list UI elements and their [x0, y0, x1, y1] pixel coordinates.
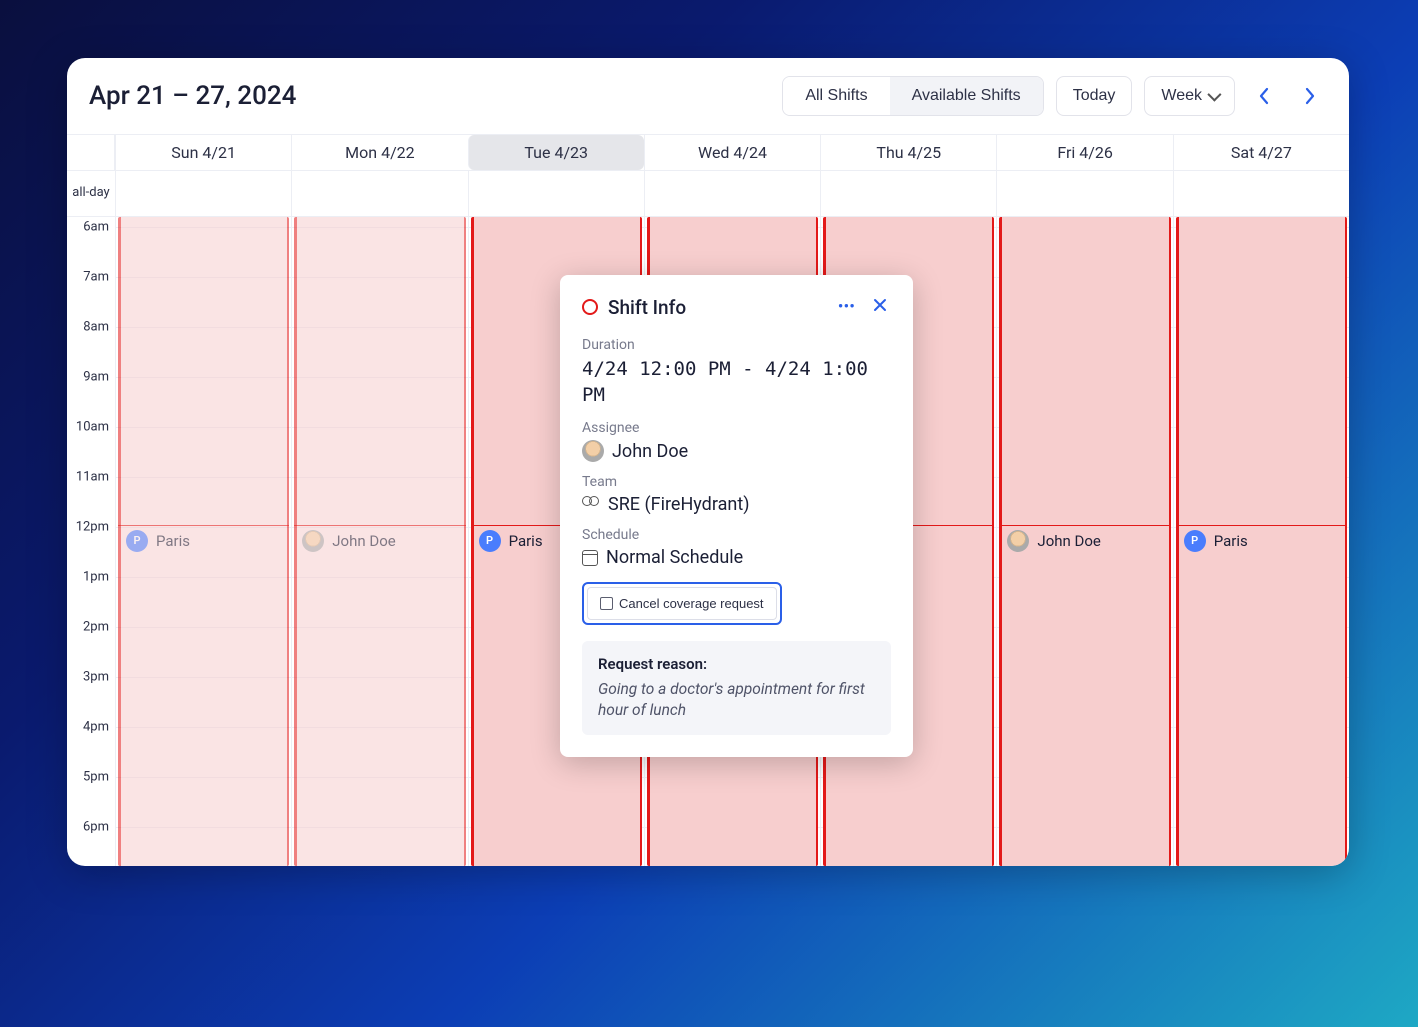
duration-label: Duration	[582, 337, 891, 353]
shift-filter-toggle: All Shifts Available Shifts	[782, 76, 1043, 116]
team-icon	[582, 497, 600, 513]
team-value: SRE (FireHydrant)	[582, 494, 891, 515]
shift-assignee[interactable]: P Paris	[118, 525, 289, 555]
day-header[interactable]: Mon 4/22	[291, 135, 467, 170]
time-label: 12pm	[76, 520, 109, 535]
all-shifts-toggle[interactable]: All Shifts	[783, 77, 889, 115]
more-actions-button[interactable]: •••	[834, 295, 859, 319]
chevron-down-icon	[1207, 88, 1221, 102]
shift-assignee[interactable]: P Paris	[1176, 525, 1347, 555]
duration-value: 4/24 12:00 PM - 4/24 1:00 PM	[582, 357, 891, 408]
day-column[interactable]: P Paris	[1173, 217, 1349, 866]
reason-label: Request reason:	[598, 655, 875, 673]
time-label: 1pm	[83, 570, 109, 585]
today-button[interactable]: Today	[1056, 76, 1133, 116]
date-range-title: Apr 21 – 27, 2024	[89, 81, 770, 111]
allday-cell[interactable]	[1173, 171, 1349, 216]
shift-assignee[interactable]: John Doe	[999, 525, 1170, 555]
team-name: SRE (FireHydrant)	[608, 494, 749, 515]
time-label: 11am	[76, 470, 109, 485]
time-label: 7am	[83, 270, 109, 285]
time-column: 6am 7am 8am 9am 10am 11am 12pm 1pm 2pm 3pm 4pm 5pm 6…	[67, 217, 115, 866]
allday-cell[interactable]	[996, 171, 1172, 216]
day-column[interactable]: John Doe	[996, 217, 1172, 866]
view-selector[interactable]: Week	[1144, 76, 1235, 116]
day-column[interactable]: John Doe	[291, 217, 467, 866]
available-shifts-toggle[interactable]: Available Shifts	[890, 77, 1043, 115]
close-button[interactable]	[869, 295, 891, 319]
allday-cell[interactable]	[291, 171, 467, 216]
assignee-name: John Doe	[1037, 532, 1100, 550]
shift-assignee[interactable]: John Doe	[294, 525, 465, 555]
time-label: 2pm	[83, 620, 109, 635]
time-label: 5pm	[83, 770, 109, 785]
day-column[interactable]: P Paris	[115, 217, 291, 866]
time-label: 9am	[83, 370, 109, 385]
time-label: 3pm	[83, 670, 109, 685]
cancel-coverage-button[interactable]: Cancel coverage request	[587, 587, 777, 620]
avatar	[582, 440, 604, 462]
request-reason-box: Request reason: Going to a doctor's appo…	[582, 641, 891, 735]
time-label: 8am	[83, 320, 109, 335]
reason-text: Going to a doctor's appointment for firs…	[598, 679, 875, 721]
header: Apr 21 – 27, 2024 All Shifts Available S…	[67, 58, 1349, 134]
shift-color-icon	[582, 299, 598, 315]
avatar	[1007, 530, 1029, 552]
allday-cell[interactable]	[820, 171, 996, 216]
day-header-row: Sun 4/21 Mon 4/22 Tue 4/23 Wed 4/24 Thu …	[67, 134, 1349, 171]
day-header[interactable]: Fri 4/26	[996, 135, 1172, 170]
cancel-coverage-highlight: Cancel coverage request	[582, 582, 782, 625]
allday-row: all-day	[67, 171, 1349, 217]
time-label: 6pm	[83, 820, 109, 835]
schedule-name: Normal Schedule	[606, 547, 743, 568]
view-selector-label: Week	[1161, 87, 1202, 105]
assignee-name: Paris	[509, 532, 543, 550]
assignee-label: Assignee	[582, 420, 891, 436]
time-label: 4pm	[83, 720, 109, 735]
day-header[interactable]: Sat 4/27	[1173, 135, 1349, 170]
avatar	[302, 530, 324, 552]
avatar: P	[1184, 530, 1206, 552]
prev-week-button[interactable]	[1247, 76, 1281, 116]
schedule-value: Normal Schedule	[582, 547, 891, 568]
avatar: P	[126, 530, 148, 552]
assignee-name: John Doe	[332, 532, 395, 550]
calendar-icon	[582, 550, 598, 566]
schedule-label: Schedule	[582, 527, 891, 543]
allday-label: all-day	[67, 171, 115, 216]
day-header[interactable]: Wed 4/24	[644, 135, 820, 170]
calendar-cancel-icon	[600, 597, 613, 610]
time-label: 6am	[83, 220, 109, 235]
day-header-today[interactable]: Tue 4/23	[468, 135, 644, 170]
assignee-name: John Doe	[612, 441, 688, 462]
cancel-coverage-label: Cancel coverage request	[619, 596, 764, 611]
corner-cell	[67, 135, 115, 170]
shift-info-popover: Shift Info ••• Duration 4/24 12:00 PM - …	[560, 275, 913, 757]
allday-cell[interactable]	[644, 171, 820, 216]
assignee-value: John Doe	[582, 440, 891, 462]
team-label: Team	[582, 474, 891, 490]
day-header[interactable]: Sun 4/21	[115, 135, 291, 170]
popover-header: Shift Info •••	[582, 295, 891, 319]
day-header[interactable]: Thu 4/25	[820, 135, 996, 170]
assignee-name: Paris	[156, 532, 190, 550]
allday-cell[interactable]	[468, 171, 644, 216]
avatar: P	[479, 530, 501, 552]
popover-title: Shift Info	[608, 296, 824, 319]
time-label: 10am	[76, 420, 109, 435]
next-week-button[interactable]	[1293, 76, 1327, 116]
assignee-name: Paris	[1214, 532, 1248, 550]
allday-cell[interactable]	[115, 171, 291, 216]
